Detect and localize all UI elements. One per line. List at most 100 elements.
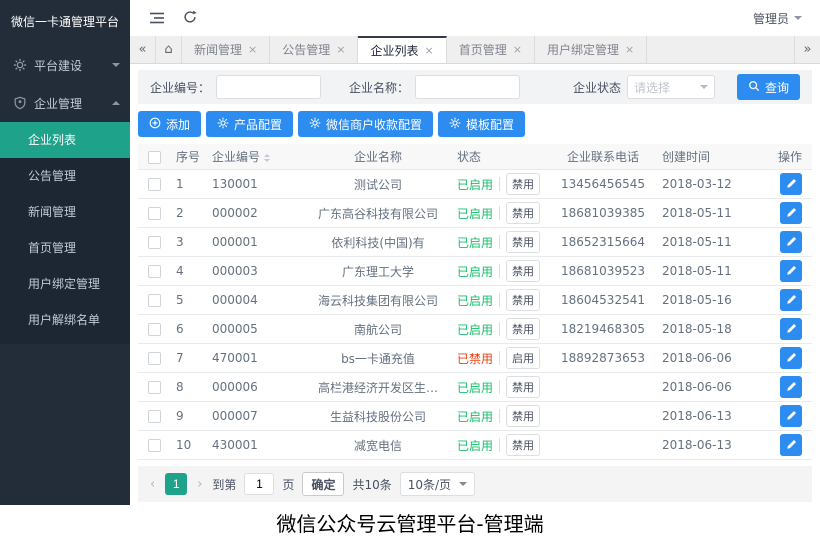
sidebar-submenu: 企业列表 公告管理 新闻管理 首页管理 用户绑定管理 用户解绑名单 xyxy=(0,122,130,344)
row-checkbox[interactable] xyxy=(148,439,161,452)
edit-button[interactable] xyxy=(780,231,802,253)
header-phone: 企业联系电话 xyxy=(548,148,658,165)
row-checkbox[interactable] xyxy=(148,352,161,365)
company-code: 470001 xyxy=(208,351,303,365)
company-code: 000005 xyxy=(208,322,303,336)
tab-homepage[interactable]: 首页管理× xyxy=(447,36,535,63)
row-checkbox[interactable] xyxy=(148,236,161,249)
row-checkbox[interactable] xyxy=(148,207,161,220)
sidebar-item-announcement[interactable]: 公告管理 xyxy=(0,158,130,194)
edit-button[interactable] xyxy=(780,173,802,195)
wechat-pay-config-button[interactable]: 微信商户收款配置 xyxy=(298,111,433,137)
sidebar-item-company-list[interactable]: 企业列表 xyxy=(0,122,130,158)
company-name: 依利科技(中国)有 xyxy=(303,234,453,251)
search-button[interactable]: 查询 xyxy=(737,74,800,100)
filter-bar: 企业编号： 企业名称： 企业状态 请选择 查询 xyxy=(138,70,812,104)
toggle-status-button[interactable]: 禁用 xyxy=(506,318,540,340)
home-tab-icon[interactable]: ⌂ xyxy=(156,36,182,63)
row-seq: 5 xyxy=(172,293,208,307)
tab-news[interactable]: 新闻管理× xyxy=(182,36,270,63)
company-code: 000003 xyxy=(208,264,303,278)
company-code: 000006 xyxy=(208,380,303,394)
row-seq: 8 xyxy=(172,380,208,394)
company-name: 生益科技股份公司 xyxy=(303,408,453,425)
row-checkbox[interactable] xyxy=(148,294,161,307)
tabs-scroll-left-icon[interactable]: « xyxy=(130,36,156,63)
edit-button[interactable] xyxy=(780,289,802,311)
toggle-status-button[interactable]: 启用 xyxy=(506,347,540,369)
product-config-button[interactable]: 产品配置 xyxy=(206,111,293,137)
close-icon[interactable]: × xyxy=(336,43,345,56)
refresh-icon[interactable] xyxy=(182,9,200,27)
row-seq: 6 xyxy=(172,322,208,336)
edit-button[interactable] xyxy=(780,318,802,340)
user-menu[interactable]: 管理员 xyxy=(753,10,802,27)
add-button-label: 添加 xyxy=(166,116,190,133)
page-caption: 微信公众号云管理平台-管理端 xyxy=(0,505,820,540)
add-button[interactable]: 添加 xyxy=(138,111,201,137)
goto-page-input[interactable] xyxy=(244,473,274,495)
close-icon[interactable]: × xyxy=(513,43,522,56)
edit-button[interactable] xyxy=(780,434,802,456)
toggle-status-button[interactable]: 禁用 xyxy=(506,202,540,224)
company-name-input[interactable] xyxy=(415,75,520,99)
next-page-icon[interactable]: › xyxy=(195,477,204,492)
sidebar-item-platform[interactable]: 平台建设 xyxy=(0,46,130,84)
edit-button[interactable] xyxy=(780,405,802,427)
status-badge: 已启用 xyxy=(457,437,493,454)
row-checkbox[interactable] xyxy=(148,178,161,191)
sidebar-item-news[interactable]: 新闻管理 xyxy=(0,194,130,230)
row-checkbox[interactable] xyxy=(148,381,161,394)
company-code: 000004 xyxy=(208,293,303,307)
tabs-scroll-right-icon[interactable]: » xyxy=(794,36,820,63)
toggle-status-button[interactable]: 禁用 xyxy=(506,405,540,427)
pencil-icon xyxy=(786,293,797,308)
company-status-select[interactable]: 请选择 xyxy=(627,75,715,99)
toggle-status-button[interactable]: 禁用 xyxy=(506,260,540,282)
table-row: 2 000002 广东高谷科技有限公司 已启用禁用 18681039385 20… xyxy=(138,199,812,228)
tab-announcement[interactable]: 公告管理× xyxy=(270,36,358,63)
edit-button[interactable] xyxy=(780,260,802,282)
row-seq: 7 xyxy=(172,351,208,365)
header-code[interactable]: 企业编号 xyxy=(208,148,303,165)
row-checkbox[interactable] xyxy=(148,323,161,336)
table-row: 9 000007 生益科技股份公司 已启用禁用 2018-06-13 xyxy=(138,402,812,431)
toggle-status-button[interactable]: 禁用 xyxy=(506,376,540,398)
sidebar-item-homepage[interactable]: 首页管理 xyxy=(0,230,130,266)
created-date: 2018-05-16 xyxy=(658,293,768,307)
sidebar-item-user-unbind-list[interactable]: 用户解绑名单 xyxy=(0,302,130,338)
sidebar-item-enterprise[interactable]: 企业管理 xyxy=(0,84,130,122)
toggle-status-button[interactable]: 禁用 xyxy=(506,434,540,456)
status-badge: 已启用 xyxy=(457,205,493,222)
edit-button[interactable] xyxy=(780,202,802,224)
row-checkbox[interactable] xyxy=(148,265,161,278)
header-seq: 序号 xyxy=(172,148,208,165)
tab-user-binding[interactable]: 用户绑定管理× xyxy=(535,36,647,63)
goto-confirm-button[interactable]: 确定 xyxy=(302,472,344,496)
page-number-button[interactable]: 1 xyxy=(165,473,187,495)
close-icon[interactable]: × xyxy=(248,43,257,56)
sort-icon[interactable] xyxy=(264,151,270,165)
select-all-checkbox[interactable] xyxy=(148,151,161,164)
close-icon[interactable]: × xyxy=(424,44,433,57)
edit-button[interactable] xyxy=(780,347,802,369)
close-icon[interactable]: × xyxy=(625,43,634,56)
sidebar-item-user-binding[interactable]: 用户绑定管理 xyxy=(0,266,130,302)
tab-company-list[interactable]: 企业列表× xyxy=(358,36,446,63)
toggle-status-button[interactable]: 禁用 xyxy=(506,173,540,195)
wechat-pay-config-label: 微信商户收款配置 xyxy=(326,116,422,133)
company-name: 海云科技集团有限公司 xyxy=(303,292,453,309)
toggle-status-button[interactable]: 禁用 xyxy=(506,231,540,253)
row-checkbox[interactable] xyxy=(148,410,161,423)
company-code-input[interactable] xyxy=(216,75,321,99)
page-size-select[interactable]: 10条/页 xyxy=(400,472,475,496)
pencil-icon xyxy=(786,380,797,395)
collapse-menu-icon[interactable] xyxy=(148,9,166,27)
toggle-status-button[interactable]: 禁用 xyxy=(506,289,540,311)
template-config-button[interactable]: 模板配置 xyxy=(438,111,525,137)
company-name: 广东理工大学 xyxy=(303,263,453,280)
search-button-label: 查询 xyxy=(765,79,789,96)
edit-button[interactable] xyxy=(780,376,802,398)
prev-page-icon[interactable]: ‹ xyxy=(148,477,157,492)
created-date: 2018-05-11 xyxy=(658,206,768,220)
